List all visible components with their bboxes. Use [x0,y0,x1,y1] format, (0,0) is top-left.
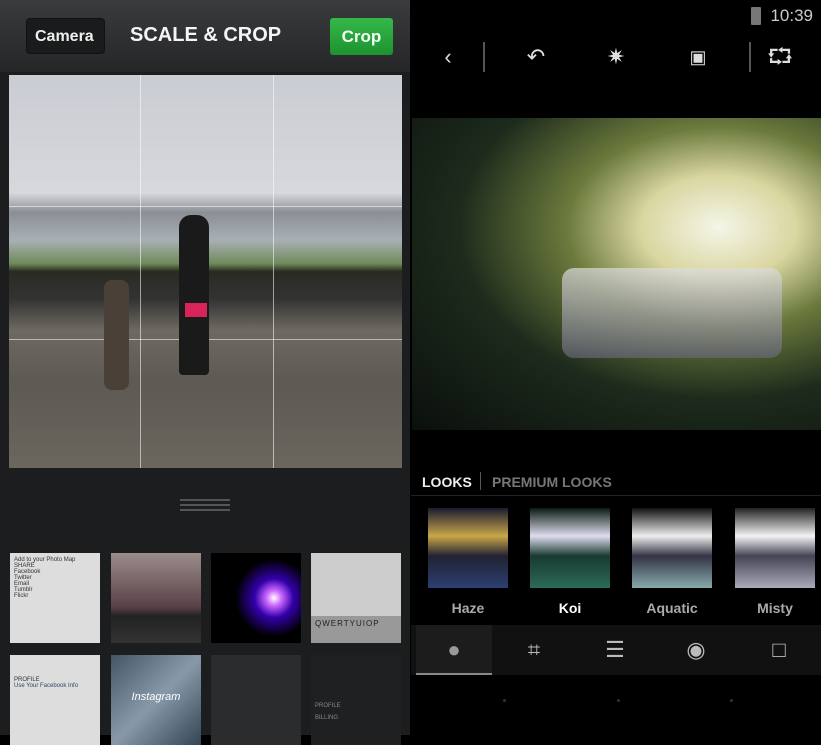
gallery-thumb[interactable]: PROFILE BILLING [311,655,401,745]
gallery-thumb[interactable] [211,553,301,643]
page-title: SCALE & CROP [130,24,282,46]
looks-icon[interactable]: ● [416,625,492,675]
undo-icon[interactable]: ↶ [521,42,551,72]
gallery-thumb[interactable]: PROFILE Use Your Facebook Info [10,655,100,745]
nav-dot [617,699,620,702]
nav-dot [503,699,506,702]
divider [483,42,485,72]
looks-tabs: LOOKS PREMIUM LOOKS [411,468,821,496]
gallery-thumb[interactable]: QWERTYUIOP [311,553,401,643]
look-label: Aquatic [646,600,698,616]
look-label: Misty [757,600,793,616]
bottom-toolbar: ● ⌗ ☰ ◉ □ [411,625,821,675]
crop-icon[interactable]: ⌗ [496,625,572,675]
drag-handle[interactable] [180,496,230,514]
gallery-thumb[interactable] [111,553,201,643]
thumb-text: Use Your Facebook Info [14,683,79,689]
look-misty[interactable]: Misty [735,508,815,616]
look-koi[interactable]: Koi [530,508,610,616]
header: Camera SCALE & CROP Crop [0,0,410,72]
thumb-text: PROFILE [315,703,341,709]
tab-looks[interactable]: LOOKS [422,474,472,490]
gallery-thumb[interactable]: Add to your Photo Map SHARE Facebook Twitte… [10,553,100,643]
thumb-text: Flickr [14,593,29,599]
status-time: 10:39 [770,6,813,25]
tab-premium-looks[interactable]: PREMIUM LOOKS [492,474,612,490]
gallery-icon[interactable]: ▣ [683,42,713,72]
crop-photo[interactable] [9,75,402,468]
gallery-thumb[interactable] [211,655,301,745]
edited-photo [412,118,821,430]
frame-icon[interactable]: □ [741,625,817,675]
nav-dot [730,699,733,702]
share-icon[interactable]: ⮔ [765,42,795,72]
camera-back-button[interactable]: Camera [26,18,105,54]
thumb-text: QWERTYUIOP [315,619,380,628]
adjust-icon[interactable]: ☰ [577,625,653,675]
red-eye-icon[interactable]: ◉ [658,625,734,675]
magic-wand-icon[interactable]: ✷ [601,42,631,72]
look-aquatic[interactable]: Aquatic [632,508,712,616]
divider [480,472,481,490]
crop-button[interactable]: Crop [330,18,393,55]
look-haze[interactable]: Haze [428,508,508,616]
battery-icon [751,7,761,25]
instagram-scale-crop-screen: Camera SCALE & CROP Crop Add to your Pho… [0,0,410,745]
look-label: Koi [558,600,582,616]
divider [749,42,751,72]
thumb-text: Instagram [131,691,181,703]
photo-editor-screen: 10:39 ‹ ↶ ✷ ▣ ⮔ LOOKS PREMIUM LOOKS Haze… [411,0,821,735]
back-icon[interactable]: ‹ [433,42,463,72]
look-label: Haze [451,600,485,616]
gallery-thumb[interactable]: Instagram [111,655,201,745]
thumb-text: BILLING [315,715,339,721]
